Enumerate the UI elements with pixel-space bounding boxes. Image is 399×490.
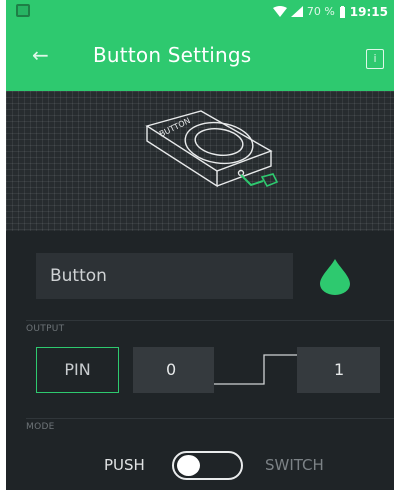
battery-icon <box>339 5 345 18</box>
mode-row: PUSH SWITCH <box>6 448 394 484</box>
signal-icon <box>290 6 303 17</box>
toggle-knob[interactable] <box>177 455 200 476</box>
app-screen: 70 % 19:15 ← Button Settings i BUTTON Bu… <box>6 0 394 490</box>
divider-output <box>26 320 394 321</box>
app-bar: ← Button Settings i <box>6 23 394 91</box>
output-max-value[interactable]: 1 <box>297 347 380 393</box>
range-connector <box>214 354 297 385</box>
output-section-label: OUTPUT <box>26 324 65 334</box>
push-mode-label: PUSH <box>104 456 145 474</box>
clock: 19:15 <box>349 4 388 19</box>
widget-name-input[interactable]: Button <box>36 253 293 299</box>
battery-percent: 70 % <box>306 5 335 18</box>
output-min-value[interactable]: 0 <box>133 347 214 393</box>
page-title: Button Settings <box>93 43 252 67</box>
notification-app-icon <box>16 4 30 17</box>
switch-mode-label: SWITCH <box>265 456 324 474</box>
info-icon[interactable]: i <box>366 49 384 69</box>
color-drop-icon[interactable] <box>320 259 350 295</box>
pin-select-button[interactable]: PIN <box>36 347 119 393</box>
mode-section-label: MODE <box>26 422 55 432</box>
button-widget-illustration: BUTTON <box>145 110 279 188</box>
wifi-icon <box>272 6 287 17</box>
divider-mode <box>26 418 394 419</box>
status-bar: 70 % 19:15 <box>6 0 394 23</box>
mode-toggle-switch[interactable] <box>172 451 243 480</box>
back-arrow-icon[interactable]: ← <box>32 42 56 68</box>
status-right: 70 % 19:15 <box>272 2 388 21</box>
widget-preview: BUTTON <box>6 91 394 231</box>
